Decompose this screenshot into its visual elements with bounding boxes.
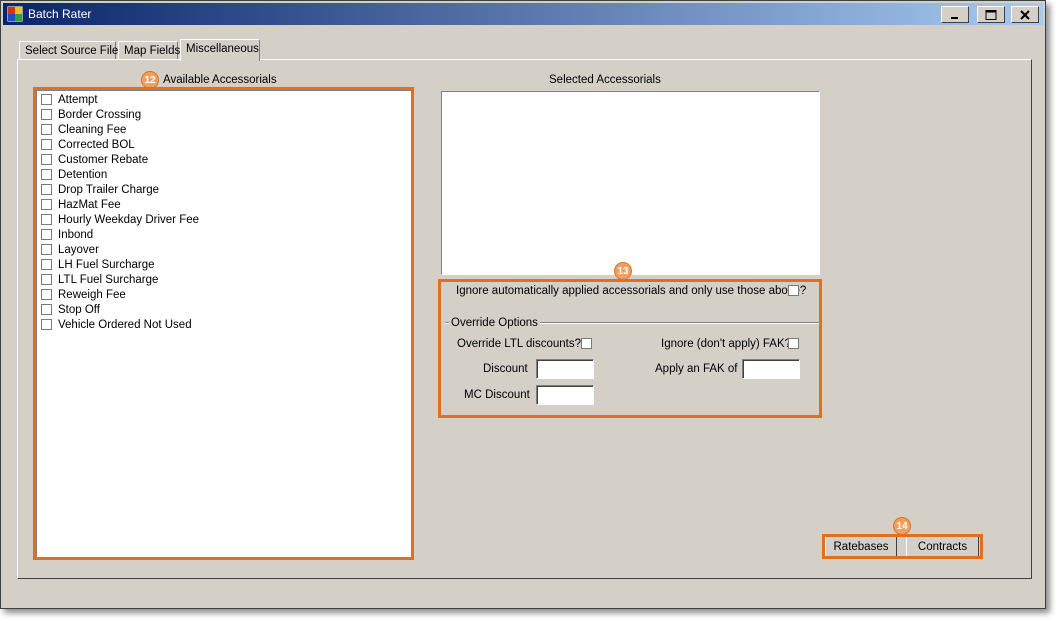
list-item[interactable]: Vehicle Ordered Not Used bbox=[41, 317, 192, 332]
apply-fak-label: Apply an FAK of bbox=[655, 363, 738, 375]
checkbox[interactable] bbox=[41, 94, 52, 105]
ignore-fak-label: Ignore (don't apply) FAK? bbox=[661, 338, 792, 350]
ignore-fak-checkbox[interactable] bbox=[788, 338, 799, 349]
apply-fak-input[interactable] bbox=[742, 359, 800, 379]
checkbox[interactable] bbox=[41, 289, 52, 300]
checkbox[interactable] bbox=[41, 244, 52, 255]
list-item[interactable]: LTL Fuel Surcharge bbox=[41, 272, 158, 287]
checkbox[interactable] bbox=[41, 169, 52, 180]
contracts-button[interactable]: Contracts bbox=[906, 536, 979, 558]
available-accessorials-list[interactable]: Attempt Border Crossing Cleaning Fee Cor… bbox=[36, 90, 412, 558]
ratebases-button[interactable]: Ratebases bbox=[825, 536, 897, 558]
list-item[interactable]: LH Fuel Surcharge bbox=[41, 257, 155, 272]
list-item[interactable]: Border Crossing bbox=[41, 107, 141, 122]
available-accessorials-label: Available Accessorials bbox=[163, 74, 277, 86]
list-item[interactable]: Layover bbox=[41, 242, 99, 257]
list-item[interactable]: HazMat Fee bbox=[41, 197, 121, 212]
close-button[interactable] bbox=[1011, 6, 1039, 23]
list-item[interactable]: Attempt bbox=[41, 92, 98, 107]
discount-input[interactable] bbox=[536, 359, 594, 379]
ignore-auto-accessorials-checkbox[interactable] bbox=[788, 285, 799, 296]
checkbox[interactable] bbox=[41, 139, 52, 150]
checkbox[interactable] bbox=[41, 154, 52, 165]
list-item[interactable]: Stop Off bbox=[41, 302, 100, 317]
checkbox[interactable] bbox=[41, 109, 52, 120]
callout-badge-14: 14 bbox=[893, 517, 911, 535]
callout-badge-12: 12 bbox=[141, 71, 159, 89]
list-item[interactable]: Detention bbox=[41, 167, 107, 182]
maximize-icon bbox=[985, 9, 997, 20]
close-icon bbox=[1020, 9, 1030, 20]
list-item[interactable]: Inbond bbox=[41, 227, 93, 242]
checkbox[interactable] bbox=[41, 274, 52, 285]
window-title: Batch Rater bbox=[28, 7, 92, 21]
list-item[interactable]: Corrected BOL bbox=[41, 137, 135, 152]
override-options-label: Override Options bbox=[449, 317, 540, 329]
mc-discount-input[interactable] bbox=[536, 385, 594, 405]
checkbox[interactable] bbox=[41, 319, 52, 330]
selected-accessorials-list[interactable] bbox=[441, 91, 820, 275]
mc-discount-label: MC Discount bbox=[464, 389, 530, 401]
list-item[interactable]: Drop Trailer Charge bbox=[41, 182, 159, 197]
checkbox[interactable] bbox=[41, 214, 52, 225]
app-icon bbox=[6, 5, 24, 23]
minimize-icon bbox=[951, 16, 958, 19]
checkbox[interactable] bbox=[41, 184, 52, 195]
tab-miscellaneous[interactable]: Miscellaneous bbox=[180, 39, 260, 61]
checkbox[interactable] bbox=[41, 304, 52, 315]
tab-select-source-file[interactable]: Select Source File bbox=[19, 41, 118, 60]
checkbox[interactable] bbox=[41, 229, 52, 240]
title-bar[interactable]: Batch Rater bbox=[3, 3, 1043, 25]
batch-rater-window: Batch Rater Select Source File Map Field… bbox=[0, 0, 1046, 609]
minimize-button[interactable] bbox=[941, 6, 969, 23]
tab-map-fields[interactable]: Map Fields bbox=[118, 41, 180, 60]
list-item[interactable]: Reweigh Fee bbox=[41, 287, 126, 302]
override-ltl-discounts-checkbox[interactable] bbox=[581, 338, 592, 349]
checkbox[interactable] bbox=[41, 199, 52, 210]
list-item[interactable]: Cleaning Fee bbox=[41, 122, 126, 137]
checkbox[interactable] bbox=[41, 124, 52, 135]
list-item[interactable]: Customer Rebate bbox=[41, 152, 148, 167]
override-ltl-discounts-label: Override LTL discounts? bbox=[457, 338, 582, 350]
maximize-button[interactable] bbox=[977, 6, 1005, 23]
callout-badge-13: 13 bbox=[614, 262, 632, 280]
selected-accessorials-label: Selected Accessorials bbox=[549, 74, 661, 86]
checkbox[interactable] bbox=[41, 259, 52, 270]
discount-label: Discount bbox=[483, 363, 528, 375]
ignore-auto-accessorials-label: Ignore automatically applied accessorial… bbox=[456, 285, 807, 297]
list-item[interactable]: Hourly Weekday Driver Fee bbox=[41, 212, 199, 227]
